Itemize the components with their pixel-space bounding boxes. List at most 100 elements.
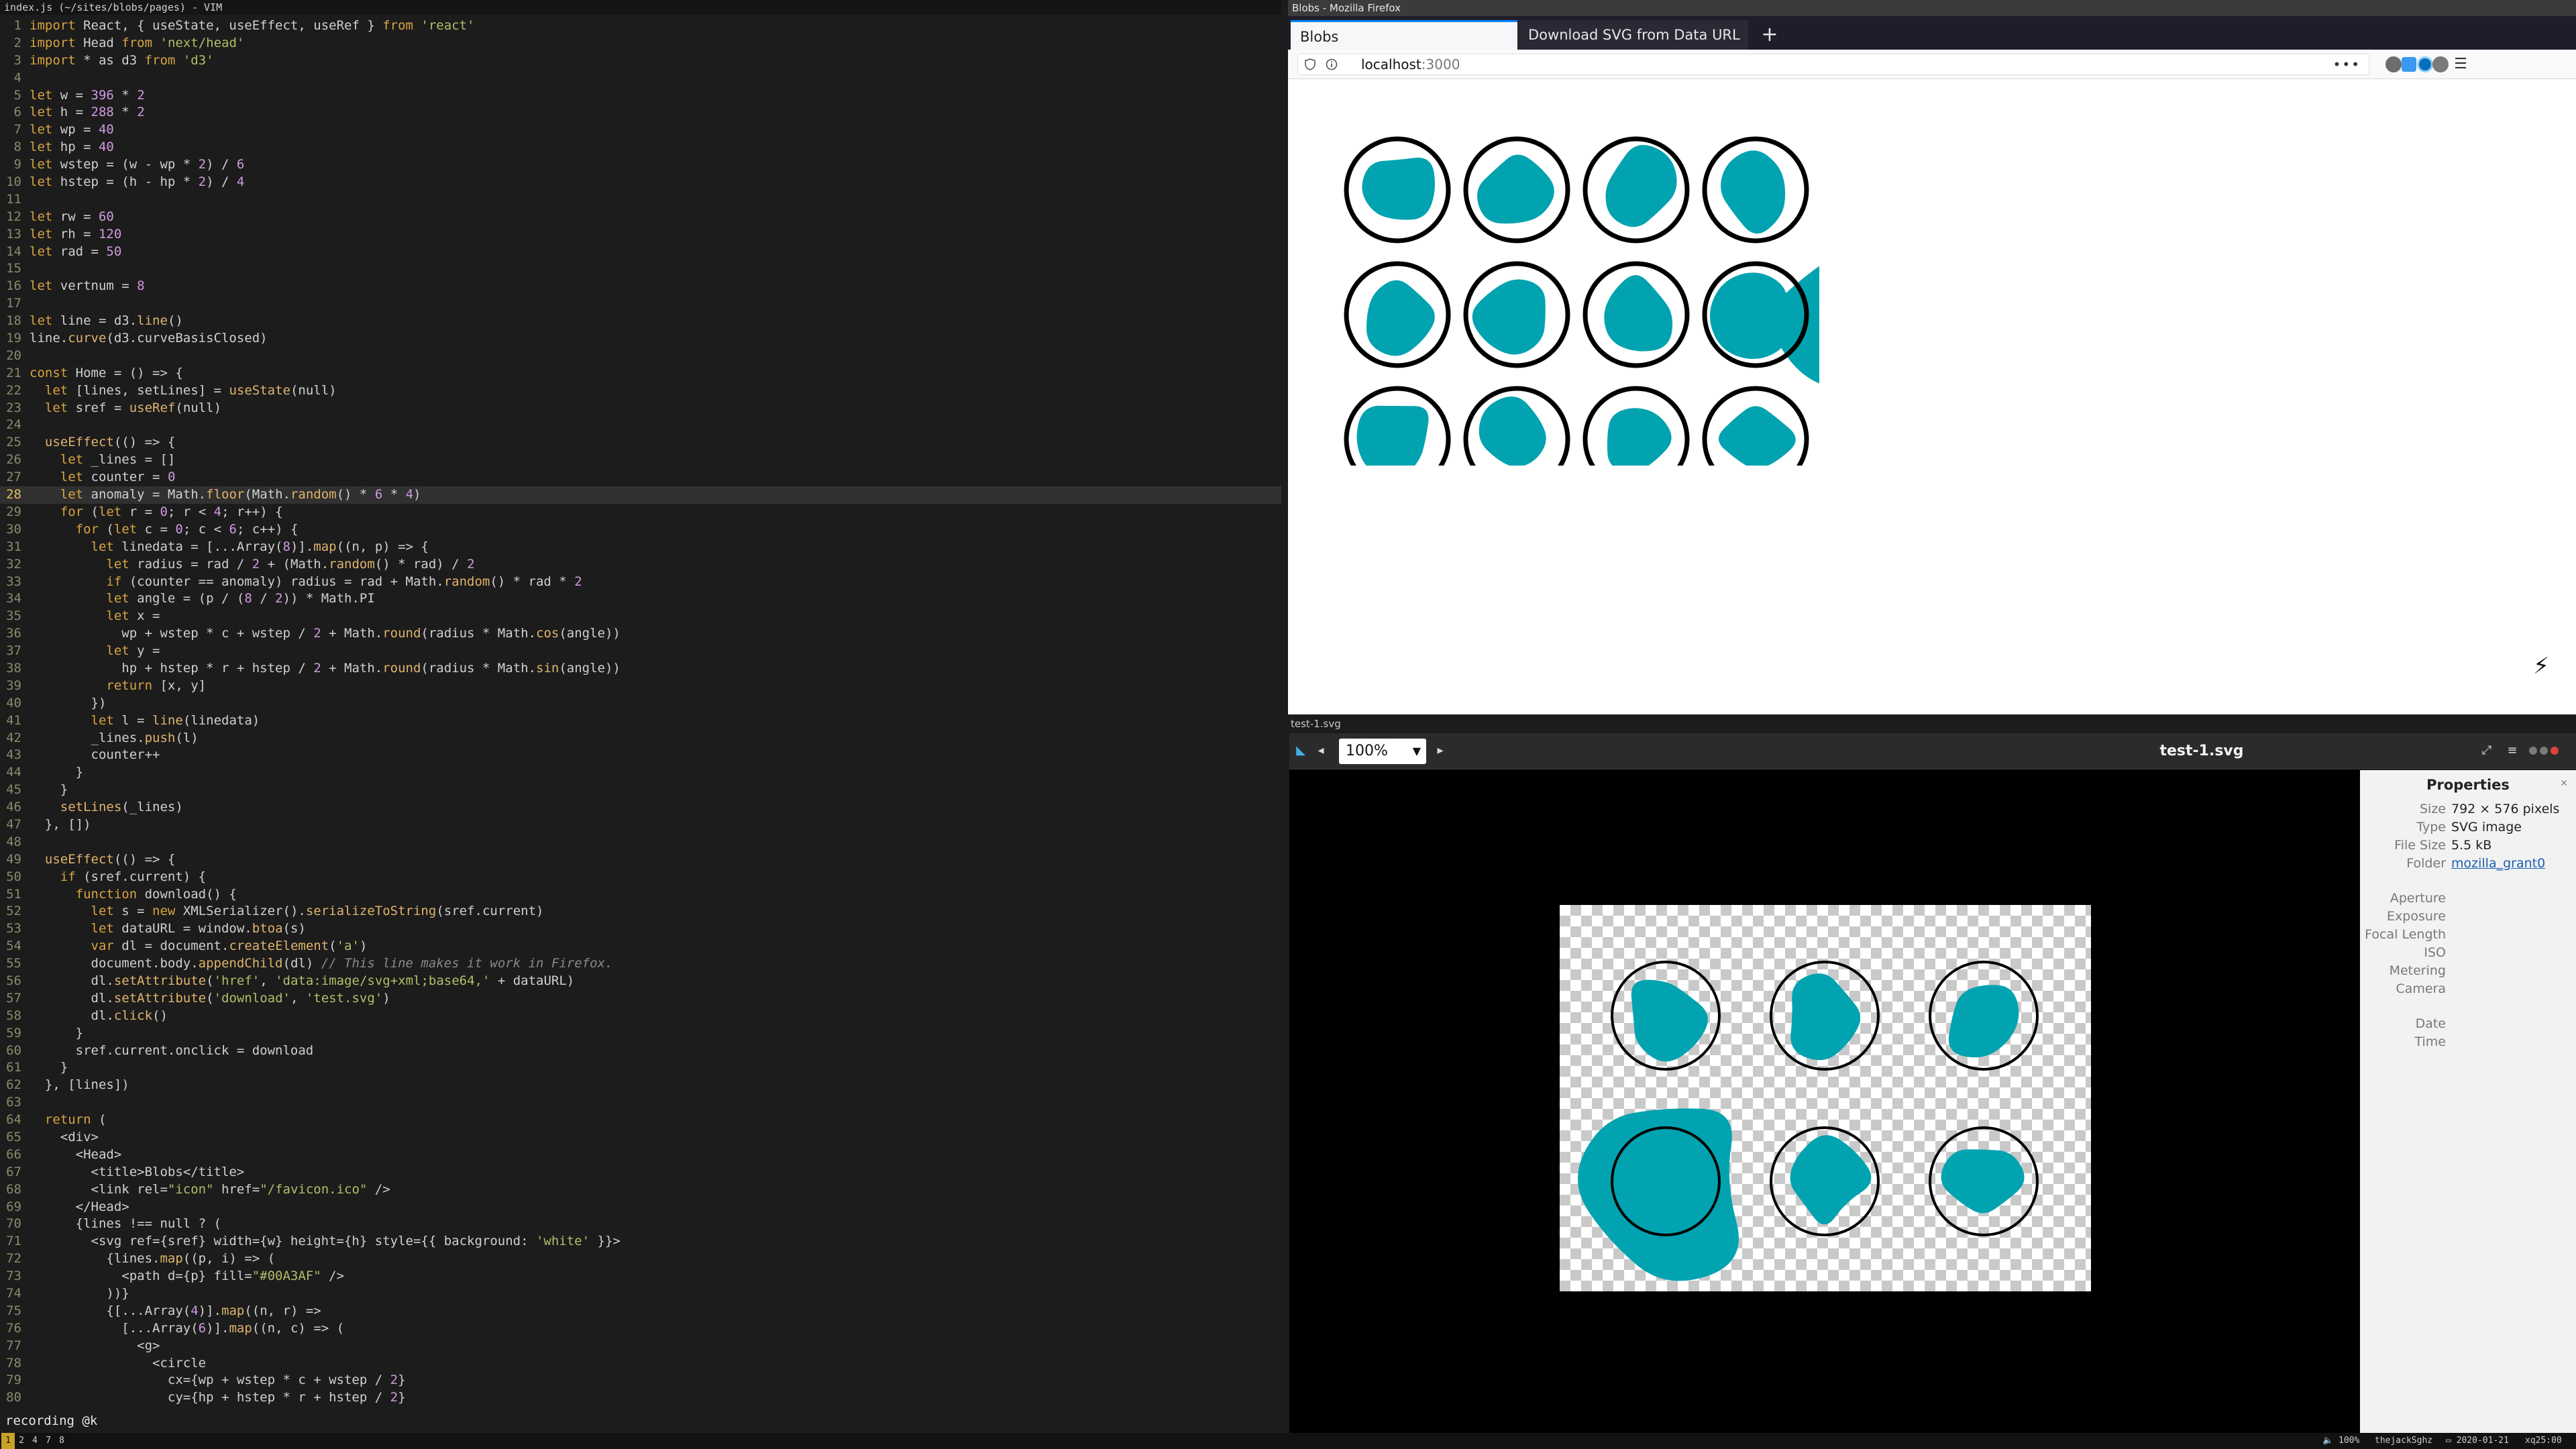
code-line[interactable]: 79 cx={wp + wstep * c + wstep / 2} bbox=[0, 1372, 1281, 1389]
code-line[interactable]: 31 let linedata = [...Array(8)].map((n, … bbox=[0, 539, 1281, 556]
code-line[interactable]: 39 return [x, y] bbox=[0, 678, 1281, 695]
code-line[interactable]: 23 let sref = useRef(null) bbox=[0, 400, 1281, 417]
code-line[interactable]: 27 let counter = 0 bbox=[0, 469, 1281, 486]
code-line[interactable]: 28 let anomaly = Math.floor(Math.random(… bbox=[0, 486, 1281, 504]
workspace-button[interactable]: 8 bbox=[55, 1433, 68, 1449]
code-line[interactable]: 63 bbox=[0, 1094, 1281, 1112]
code-line[interactable]: 52 let s = new XMLSerializer().serialize… bbox=[0, 903, 1281, 920]
folder-link[interactable]: mozilla_grant0 bbox=[2451, 855, 2545, 872]
workspace-button[interactable]: 4 bbox=[28, 1433, 42, 1449]
code-line[interactable]: 72 {lines.map((p, i) => ( bbox=[0, 1250, 1281, 1268]
maximize-icon[interactable] bbox=[2540, 747, 2548, 755]
image-viewer-window[interactable]: ◣ ◂ 100% ▼ ▸ test-1.svg ⤢ ≡ Properties ✕ … bbox=[1289, 733, 2576, 1433]
code-line[interactable]: 69 </Head> bbox=[0, 1199, 1281, 1216]
code-line[interactable]: 54 var dl = document.createElement('a') bbox=[0, 938, 1281, 955]
zoom-select[interactable]: 100% ▼ bbox=[1339, 739, 1426, 764]
code-line[interactable]: 11 bbox=[0, 191, 1281, 209]
wikipedia-icon[interactable] bbox=[2432, 56, 2449, 72]
code-line[interactable]: 65 <div> bbox=[0, 1129, 1281, 1146]
url-text[interactable]: localhost:3000 bbox=[1361, 54, 1460, 74]
code-line[interactable]: 38 hp + hstep * r + hstep / 2 + Math.rou… bbox=[0, 660, 1281, 678]
info-icon[interactable] bbox=[1322, 54, 1341, 76]
code-line[interactable]: 20 bbox=[0, 347, 1281, 365]
code-line[interactable]: 50 if (sref.current) { bbox=[0, 869, 1281, 886]
code-line[interactable]: 29 for (let r = 0; r < 4; r++) { bbox=[0, 504, 1281, 521]
code-line[interactable]: 6 let h = 288 * 2 bbox=[0, 104, 1281, 121]
code-line[interactable]: 15 bbox=[0, 260, 1281, 278]
code-line[interactable]: 44 } bbox=[0, 764, 1281, 782]
code-line[interactable]: 67 <title>Blobs</title> bbox=[0, 1164, 1281, 1181]
code-line[interactable]: 5 let w = 396 * 2 bbox=[0, 87, 1281, 105]
code-line[interactable]: 73 <path d={p} fill="#00A3AF" /> bbox=[0, 1268, 1281, 1285]
code-line[interactable]: 57 dl.setAttribute('download', 'test.svg… bbox=[0, 990, 1281, 1008]
code-line[interactable]: 7 let wp = 40 bbox=[0, 121, 1281, 139]
code-line[interactable]: 51 function download() { bbox=[0, 886, 1281, 904]
workspace-button[interactable]: 2 bbox=[15, 1433, 28, 1449]
shield-icon[interactable] bbox=[1301, 54, 1320, 76]
code-line[interactable]: 2 import Head from 'next/head' bbox=[0, 35, 1281, 52]
tab-download-svg[interactable]: Download SVG from Data URL bbox=[1519, 20, 1748, 50]
code-line[interactable]: 46 setLines(_lines) bbox=[0, 799, 1281, 816]
image-canvas[interactable] bbox=[1289, 770, 2360, 1433]
code-line[interactable]: 43 counter++ bbox=[0, 747, 1281, 764]
next-dev-indicator-icon[interactable]: ⚡ bbox=[2533, 653, 2549, 680]
code-line[interactable]: 3 import * as d3 from 'd3' bbox=[0, 52, 1281, 70]
next-image-icon[interactable]: ▸ bbox=[1430, 741, 1450, 761]
code-line[interactable]: 24 bbox=[0, 417, 1281, 434]
code-line[interactable]: 22 let [lines, setLines] = useState(null… bbox=[0, 382, 1281, 400]
code-line[interactable]: 53 let dataURL = window.btoa(s) bbox=[0, 920, 1281, 938]
code-line[interactable]: 64 return ( bbox=[0, 1112, 1281, 1129]
code-line[interactable]: 26 let _lines = [] bbox=[0, 451, 1281, 469]
new-tab-button[interactable]: + bbox=[1758, 23, 1782, 47]
vim-editor-window[interactable]: index.js (~/sites/blobs/pages) - VIM 1 im… bbox=[0, 0, 1281, 1449]
workspace-button[interactable]: 1 bbox=[1, 1433, 15, 1449]
code-line[interactable]: 25 useEffect(() => { bbox=[0, 434, 1281, 451]
privacy-extension-icon[interactable] bbox=[2417, 56, 2433, 72]
code-line[interactable]: 74 ))} bbox=[0, 1285, 1281, 1303]
fullscreen-icon[interactable]: ⤢ bbox=[2477, 741, 2497, 761]
workspace-button[interactable]: 7 bbox=[42, 1433, 55, 1449]
code-line[interactable]: 66 <Head> bbox=[0, 1146, 1281, 1164]
menu-icon[interactable]: ≡ bbox=[2502, 741, 2522, 761]
page-actions-menu-icon[interactable]: ••• bbox=[2333, 54, 2361, 74]
code-line[interactable]: 12 let rw = 60 bbox=[0, 209, 1281, 226]
code-line[interactable]: 30 for (let c = 0; c < 6; c++) { bbox=[0, 521, 1281, 539]
code-line[interactable]: 40 }) bbox=[0, 695, 1281, 712]
code-line[interactable]: 70 {lines !== null ? ( bbox=[0, 1216, 1281, 1233]
close-icon[interactable] bbox=[2551, 747, 2559, 755]
code-line[interactable]: 17 bbox=[0, 295, 1281, 313]
code-line[interactable]: 77 <g> bbox=[0, 1338, 1281, 1355]
code-line[interactable]: 49 useEffect(() => { bbox=[0, 851, 1281, 869]
code-line[interactable]: 4 bbox=[0, 70, 1281, 87]
code-line[interactable]: 14 let rad = 50 bbox=[0, 244, 1281, 261]
code-line[interactable]: 48 bbox=[0, 834, 1281, 851]
code-line[interactable]: 80 cy={hp + hstep * r + hstep / 2} bbox=[0, 1389, 1281, 1407]
code-line[interactable]: 34 let angle = (p / (8 / 2)) * Math.PI bbox=[0, 590, 1281, 608]
code-line[interactable]: 10 let hstep = (h - hp * 2) / 4 bbox=[0, 174, 1281, 191]
code-line[interactable]: 35 let x = bbox=[0, 608, 1281, 625]
code-line[interactable]: 42 _lines.push(l) bbox=[0, 730, 1281, 747]
code-line[interactable]: 59 } bbox=[0, 1025, 1281, 1042]
code-line[interactable]: 9 let wstep = (w - wp * 2) / 6 bbox=[0, 156, 1281, 174]
code-line[interactable]: 76 [...Array(6)].map((n, c) => ( bbox=[0, 1320, 1281, 1338]
code-line[interactable]: 75 {[...Array(4)].map((n, r) => bbox=[0, 1303, 1281, 1320]
tab-blobs[interactable]: Blobs bbox=[1291, 20, 1517, 50]
close-panel-icon[interactable]: ✕ bbox=[2560, 778, 2568, 789]
code-line[interactable]: 33 if (counter == anomaly) radius = rad … bbox=[0, 574, 1281, 591]
code-line[interactable]: 19 line.curve(d3.curveBasisClosed) bbox=[0, 330, 1281, 347]
code-line[interactable]: 13 let rh = 120 bbox=[0, 226, 1281, 244]
minimize-icon[interactable] bbox=[2529, 747, 2537, 755]
code-line[interactable]: 41 let l = line(linedata) bbox=[0, 712, 1281, 730]
firefox-window[interactable]: Blobs - Mozilla Firefox Blobs Download S… bbox=[1288, 0, 2576, 714]
code-line[interactable]: 58 dl.click() bbox=[0, 1008, 1281, 1025]
code-line[interactable]: 32 let radius = rad / 2 + (Math.random()… bbox=[0, 556, 1281, 574]
volume-indicator[interactable]: 🔈 100% bbox=[2322, 1433, 2359, 1449]
code-line[interactable]: 8 let hp = 40 bbox=[0, 139, 1281, 156]
url-bar[interactable]: localhost:3000 ••• bbox=[1297, 54, 2369, 75]
code-line[interactable]: 56 dl.setAttribute('href', 'data:image/s… bbox=[0, 973, 1281, 990]
wifi-indicator[interactable]: thejackSghz bbox=[2375, 1433, 2432, 1449]
account-icon[interactable] bbox=[2385, 56, 2402, 72]
code-line[interactable]: 78 <circle bbox=[0, 1355, 1281, 1373]
code-line[interactable]: 37 let y = bbox=[0, 643, 1281, 660]
code-line[interactable]: 18 let line = d3.line() bbox=[0, 313, 1281, 330]
